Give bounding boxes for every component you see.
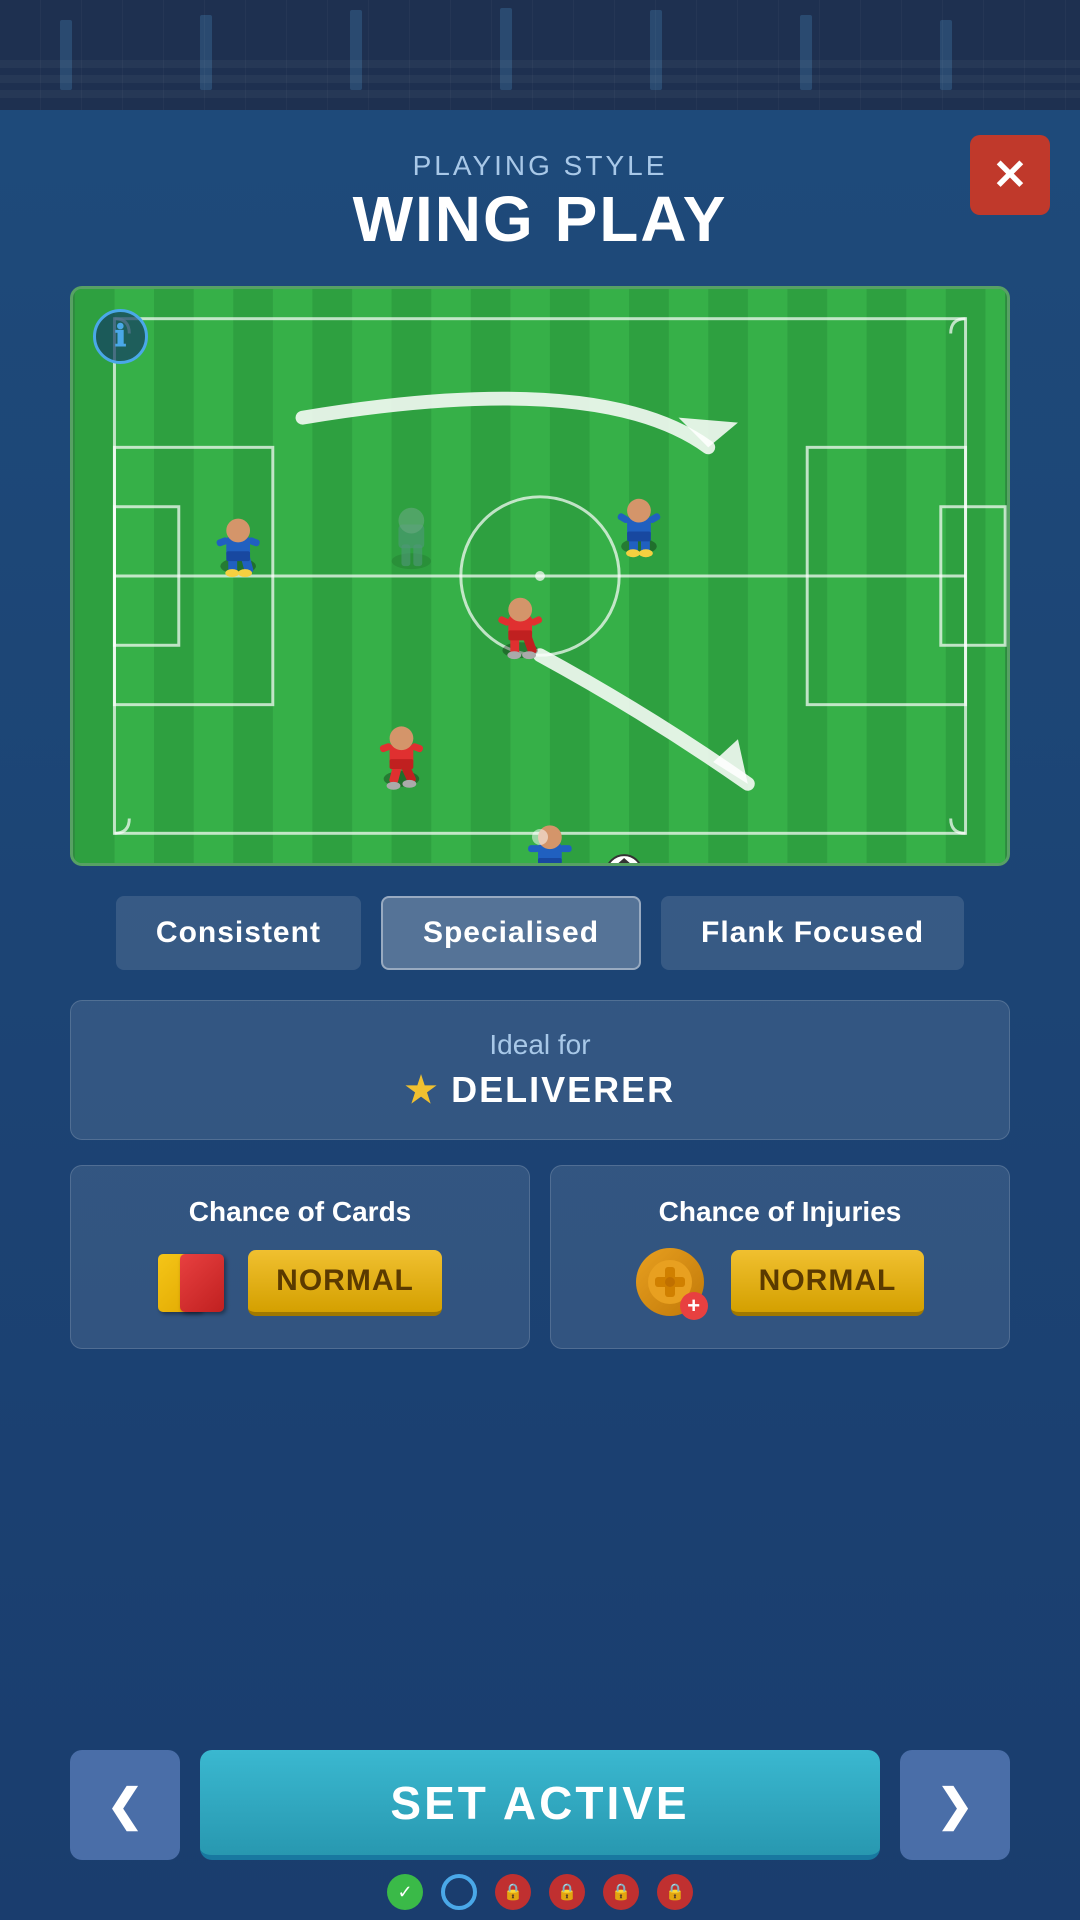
star-icon: ★: [405, 1069, 439, 1111]
stats-row: Chance of Cards NORMAL Chance of Injurie…: [70, 1165, 1010, 1349]
next-arrow-icon: ❯: [937, 1780, 974, 1831]
field-container: ℹ: [70, 286, 1010, 866]
page-dot-5[interactable]: 🔒: [603, 1874, 639, 1910]
page-dot-1[interactable]: ✓: [387, 1874, 423, 1910]
injuries-title: Chance of Injuries: [659, 1196, 902, 1228]
lock-icon-6: 🔒: [665, 1882, 685, 1902]
check-icon: ✓: [397, 1882, 412, 1903]
set-active-label: SET ACTIVE: [390, 1776, 689, 1830]
style-tabs: Consistent Specialised Flank Focused: [116, 896, 964, 970]
pagination: ✓ 🔒 🔒 🔒 🔒: [0, 1874, 1080, 1910]
lock-icon-4: 🔒: [557, 1882, 577, 1902]
bottom-navigation: ❮ SET ACTIVE ❯: [0, 1750, 1080, 1860]
close-button[interactable]: ✕: [970, 135, 1050, 215]
next-button[interactable]: ❯: [900, 1750, 1010, 1860]
lock-icon-3: 🔒: [503, 1882, 523, 1902]
close-icon: ✕: [992, 154, 1027, 196]
stadium-background: [0, 0, 1080, 110]
page-dot-2[interactable]: [441, 1874, 477, 1910]
cards-stat-card: Chance of Cards NORMAL: [70, 1165, 530, 1349]
tab-flank-focused[interactable]: Flank Focused: [661, 896, 964, 970]
ideal-for-label: Ideal for: [111, 1029, 969, 1061]
cards-title: Chance of Cards: [189, 1196, 412, 1228]
lock-icon-5: 🔒: [611, 1882, 631, 1902]
page-dot-6[interactable]: 🔒: [657, 1874, 693, 1910]
carousel-indicator: [532, 829, 548, 845]
injury-bg: [636, 1248, 704, 1316]
cards-icon: [158, 1248, 228, 1318]
prev-arrow-icon: ❮: [107, 1780, 144, 1831]
ideal-for-section: Ideal for ★ DELIVERER: [70, 1000, 1010, 1140]
prev-button[interactable]: ❮: [70, 1750, 180, 1860]
cards-bottom: NORMAL: [158, 1248, 442, 1318]
info-icon: ℹ: [115, 319, 126, 354]
page-dot-3[interactable]: 🔒: [495, 1874, 531, 1910]
injury-icon: [636, 1248, 711, 1318]
main-container: ✕ PLAYING STYLE WING PLAY: [0, 110, 1080, 1920]
style-title: WING PLAY: [353, 182, 728, 256]
set-active-button[interactable]: SET ACTIVE: [200, 1750, 880, 1860]
playing-style-label: PLAYING STYLE: [353, 150, 728, 182]
injuries-stat-card: Chance of Injuries NORMAL: [550, 1165, 1010, 1349]
tab-consistent[interactable]: Consistent: [116, 896, 361, 970]
ideal-for-value: ★ DELIVERER: [111, 1069, 969, 1111]
red-card: [180, 1254, 224, 1312]
injury-cross: [680, 1292, 708, 1320]
header: PLAYING STYLE WING PLAY: [353, 140, 728, 256]
page-dot-4[interactable]: 🔒: [549, 1874, 585, 1910]
injuries-bottom: NORMAL: [636, 1248, 925, 1318]
info-button[interactable]: ℹ: [93, 309, 148, 364]
tab-specialised[interactable]: Specialised: [381, 896, 641, 970]
ideal-role: DELIVERER: [451, 1069, 675, 1111]
injuries-value-badge: NORMAL: [731, 1250, 925, 1316]
cards-value-badge: NORMAL: [248, 1250, 442, 1316]
